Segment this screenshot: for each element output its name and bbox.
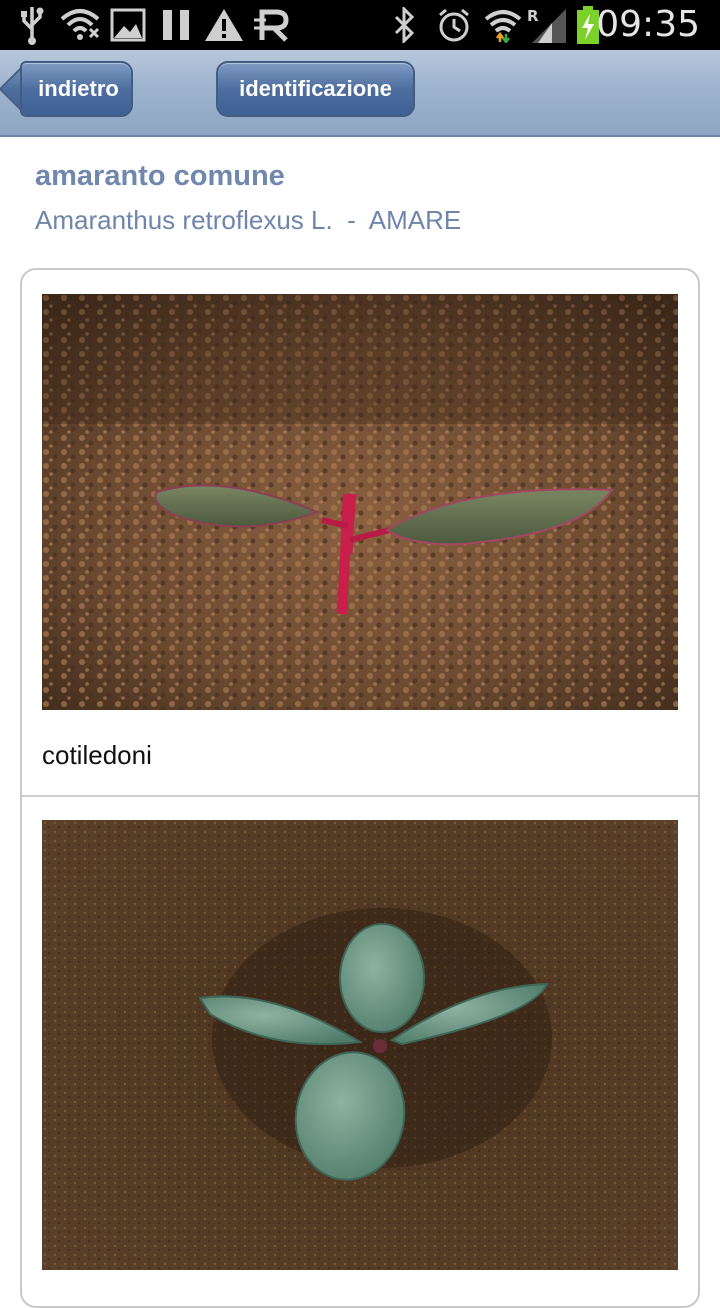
wifi-icon: [484, 0, 522, 50]
usb-icon: [18, 0, 46, 50]
image-list-card: cotiledoni: [20, 268, 700, 1308]
cotyledon-photo[interactable]: [42, 294, 678, 710]
status-bar-time: 09:35: [596, 4, 700, 45]
svg-text:R: R: [527, 7, 539, 25]
signal-icon: R: [526, 0, 568, 50]
young-plant-photo[interactable]: [42, 820, 678, 1270]
back-button[interactable]: indietro: [20, 61, 133, 117]
plant-scientific-name: Amaranthus retroflexus L. - AMARE: [35, 205, 462, 235]
list-divider: [22, 795, 698, 797]
header-bar: indietro identificazione: [0, 50, 720, 137]
alarm-icon: [436, 0, 472, 50]
status-bar: R 09:35: [0, 0, 720, 50]
wifi-hotspot-icon: [60, 0, 100, 50]
identification-button[interactable]: identificazione: [216, 61, 415, 117]
plant-common-name: amaranto comune: [35, 160, 285, 192]
r-app-icon: [252, 0, 292, 50]
bluetooth-icon: [390, 0, 420, 50]
pause-icon: [160, 0, 192, 50]
image-caption: cotiledoni: [42, 740, 152, 770]
warning-icon: [203, 0, 245, 50]
image-icon: [110, 0, 146, 50]
